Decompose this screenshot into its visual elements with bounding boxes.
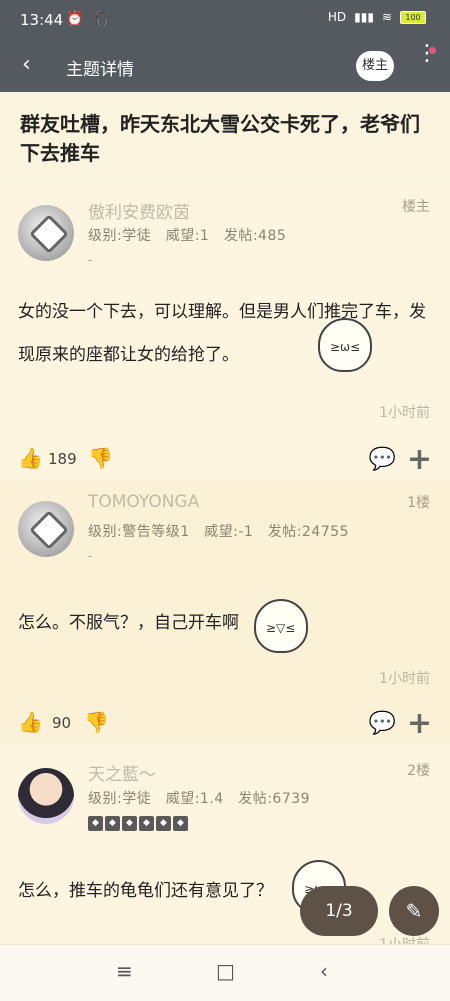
notification-dot bbox=[429, 47, 436, 54]
badge-icon: ◆ bbox=[105, 816, 120, 831]
thread-title-area: 群友吐槽，昨天东北大雪公交卡死了，老爷们下去推车 bbox=[0, 92, 450, 185]
louzhu-button[interactable]: 楼主 bbox=[356, 51, 394, 81]
comment-icon[interactable]: 💬 bbox=[369, 447, 396, 472]
badge-icon: ◆ bbox=[156, 816, 171, 831]
sticker-image: ≥ω≤ bbox=[318, 318, 372, 372]
avatar[interactable] bbox=[18, 501, 74, 557]
edit-icon[interactable]: ✎ bbox=[389, 886, 439, 936]
author-meta: 级别:警告等级1 威望:-1 发帖:24755 bbox=[88, 524, 350, 540]
thumb-up-icon[interactable]: 👍 bbox=[18, 710, 43, 734]
thumb-up-icon[interactable]: 👍 bbox=[18, 446, 43, 470]
wifi-icon: ≋ bbox=[381, 10, 392, 24]
menu-icon[interactable]: ≡ bbox=[116, 959, 133, 983]
app-bar: ‹ 主题详情 楼主 ⋮ bbox=[0, 40, 450, 92]
status-right: HD ▮▮▮ ≋ 100 bbox=[328, 10, 426, 24]
badge-icon: ◆ bbox=[122, 816, 137, 831]
diving-helmet-icon bbox=[29, 214, 69, 254]
author-name[interactable]: 傲利安费欧茵 bbox=[88, 198, 190, 223]
author-meta: 级别:学徒 威望:1 发帖:485 bbox=[88, 228, 287, 244]
post-actions: 👍 90 👎 💬 + bbox=[18, 706, 432, 741]
badge-icon: ◆ bbox=[88, 816, 103, 831]
badge-icon: ◆ bbox=[139, 816, 154, 831]
comment-icon[interactable]: 💬 bbox=[369, 711, 396, 736]
thumb-down-icon[interactable]: 👎 bbox=[84, 710, 109, 734]
post-item: TOMOYONGA 1楼 级别:警告等级1 威望:-1 发帖:24755 - 怎… bbox=[0, 480, 450, 744]
post-time: 1小时前 bbox=[379, 405, 430, 421]
author-meta: 级别:学徒 威望:1.4 发帖:6739 bbox=[88, 791, 311, 807]
status-time: 13:44 bbox=[20, 11, 64, 29]
signal-icon: ▮▮▮ bbox=[354, 10, 374, 24]
author-name[interactable]: TOMOYONGA bbox=[88, 492, 199, 512]
post-content: 怎么。不服气？，自己开车啊 bbox=[18, 613, 239, 633]
vertical-dots-icon[interactable]: ⋮ bbox=[416, 43, 438, 65]
sticker-image: ≥▽≤ bbox=[254, 599, 308, 653]
post-time: 1小时前 bbox=[379, 671, 430, 687]
home-icon[interactable]: □ bbox=[216, 959, 235, 983]
system-nav-bar: ≡ □ ‹ bbox=[0, 944, 450, 1001]
thread-title: 群友吐槽，昨天东北大雪公交卡死了，老爷们下去推车 bbox=[20, 112, 420, 165]
page-indicator-button[interactable]: 1/3 bbox=[300, 886, 378, 936]
page-title: 主题详情 bbox=[66, 60, 134, 80]
network-label: HD bbox=[327, 10, 347, 24]
meta-dash: - bbox=[88, 549, 93, 563]
floor-label: 2楼 bbox=[407, 763, 430, 779]
sticker-face-icon: ≥ω≤ bbox=[330, 340, 361, 354]
badge-icon: ◆ bbox=[173, 816, 188, 831]
status-bar: 13:44 ⏰ 🎧 HD ▮▮▮ ≋ 100 bbox=[0, 0, 450, 40]
like-count: 90 bbox=[52, 714, 72, 732]
plus-icon[interactable]: + bbox=[407, 706, 432, 741]
author-name[interactable]: 天之藍～ bbox=[88, 760, 156, 785]
back-icon[interactable]: ‹ bbox=[320, 959, 328, 983]
alarm-icon: ⏰ 🎧 bbox=[66, 11, 115, 27]
floor-label: 楼主 bbox=[402, 199, 430, 215]
plus-icon[interactable]: + bbox=[407, 442, 432, 477]
meta-dash: - bbox=[88, 253, 93, 267]
avatar[interactable] bbox=[18, 768, 74, 824]
user-badges: ◆ ◆ ◆ ◆ ◆ ◆ bbox=[88, 816, 188, 831]
diving-helmet-icon bbox=[29, 510, 69, 550]
thumb-down-icon[interactable]: 👎 bbox=[88, 446, 113, 470]
post-item: 傲利安费欧茵 楼主 级别:学徒 威望:1 发帖:485 - 女的没一个下去，可以… bbox=[0, 184, 450, 480]
arrow-left-icon[interactable]: ‹ bbox=[22, 52, 31, 77]
post-item: 天之藍～ 2楼 级别:学徒 威望:1.4 发帖:6739 ◆ ◆ ◆ ◆ ◆ ◆… bbox=[0, 744, 450, 953]
post-actions: 👍 189 👎 💬 + bbox=[18, 442, 432, 477]
like-count: 189 bbox=[48, 450, 77, 468]
avatar[interactable] bbox=[18, 205, 74, 261]
sticker-face-icon: ≥▽≤ bbox=[266, 621, 296, 635]
floor-label: 1楼 bbox=[407, 495, 430, 511]
battery-icon: 100 bbox=[400, 10, 426, 24]
